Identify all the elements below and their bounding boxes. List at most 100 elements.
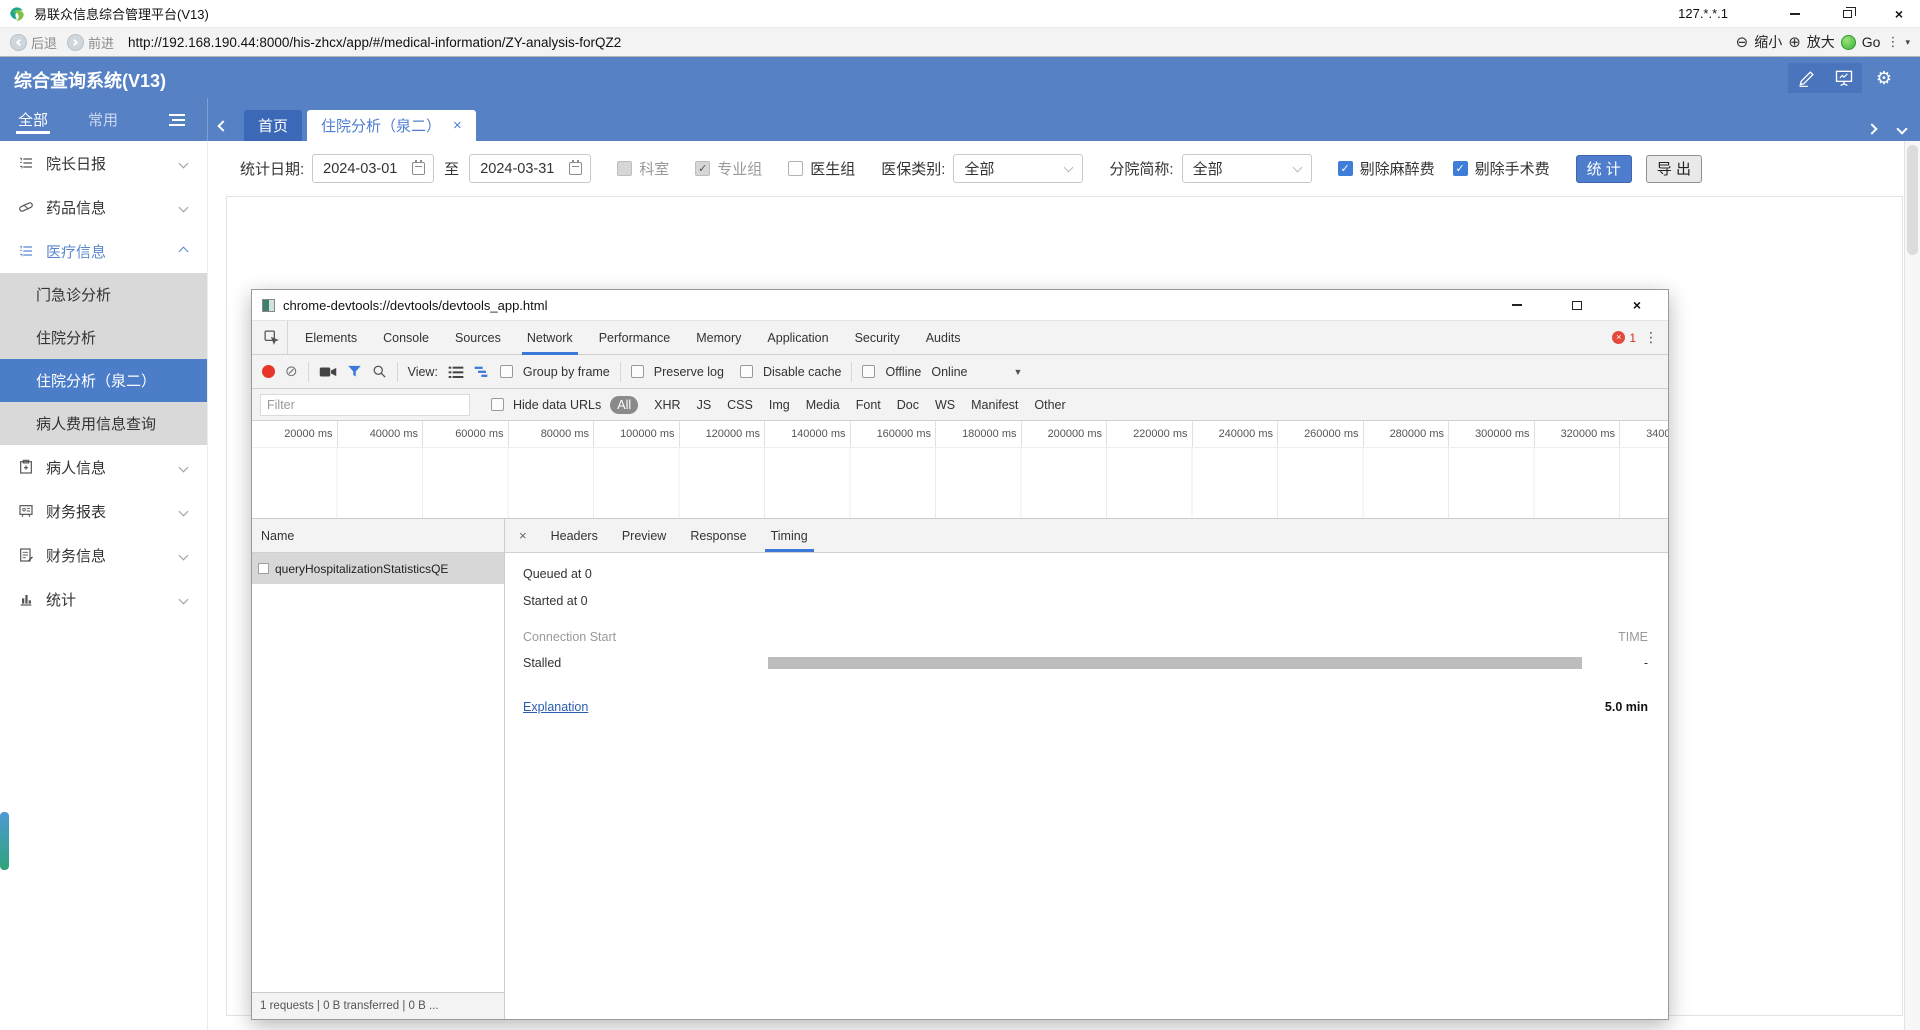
specialty-group-checkbox-group[interactable]: ✓ 专业组 — [695, 158, 762, 179]
signature-icon[interactable] — [1788, 63, 1825, 93]
tab-home[interactable]: 首页 — [244, 110, 303, 141]
dept-checkbox-group[interactable]: 科室 — [617, 158, 669, 179]
name-column-header[interactable]: Name — [252, 519, 504, 553]
zoom-out-icon[interactable]: ⊖ — [1736, 33, 1749, 51]
sidebar-item-finance-report[interactable]: 财务报表 — [0, 489, 207, 533]
sidebar-item-medical-info[interactable]: 医疗信息 — [0, 229, 207, 273]
sidebar-tab-common[interactable]: 常用 — [88, 98, 118, 141]
insurance-select[interactable]: 全部 — [953, 154, 1084, 183]
type-filter[interactable]: Doc — [890, 396, 926, 414]
devtools-tab-network[interactable]: Network — [514, 321, 586, 355]
sidebar-item-finance-info[interactable]: 财务信息 — [0, 533, 207, 577]
devtools-tab-security[interactable]: Security — [842, 321, 913, 354]
filter-funnel-icon[interactable] — [347, 364, 362, 379]
statistics-button[interactable]: 统 计 — [1575, 154, 1632, 183]
tab-list-icon[interactable] — [1896, 123, 1908, 135]
more-menu-icon[interactable]: ⋮ — [1886, 34, 1899, 50]
search-icon[interactable] — [372, 364, 387, 379]
go-button[interactable]: Go — [1862, 34, 1881, 50]
network-filter-input[interactable] — [260, 393, 470, 416]
devtools-tab-performance[interactable]: Performance — [586, 321, 684, 354]
view-list-icon[interactable] — [448, 365, 464, 379]
request-row[interactable]: queryHospitalizationStatisticsQE — [252, 553, 504, 584]
devtools-minimize-icon[interactable] — [1504, 296, 1530, 314]
devtools-maximize-icon[interactable] — [1564, 296, 1590, 314]
sidebar-scrollbar-thumb[interactable] — [0, 812, 9, 870]
specialty-group-checkbox[interactable]: ✓ — [695, 161, 711, 176]
forward-button[interactable]: 前进 — [67, 33, 114, 52]
throttling-select[interactable]: Online — [931, 365, 967, 379]
date-to-input[interactable] — [469, 154, 592, 183]
doctor-group-checkbox-group[interactable]: 医生组 — [788, 158, 855, 179]
zoom-in-label[interactable]: 放大 — [1807, 32, 1835, 52]
export-button[interactable]: 导 出 — [1645, 154, 1702, 183]
devtools-close-icon[interactable]: × — [1624, 296, 1650, 314]
sidebar-item-statistics[interactable]: 统计 — [0, 577, 207, 621]
back-button[interactable]: 后退 — [10, 33, 57, 52]
zoom-out-label[interactable]: 缩小 — [1754, 32, 1782, 52]
page-scrollbar[interactable] — [1904, 141, 1920, 1030]
exclude-anesthesia-checkbox[interactable]: ✓ — [1337, 161, 1353, 176]
detail-tab-response[interactable]: Response — [678, 519, 758, 552]
type-filter[interactable]: Img — [762, 396, 797, 414]
detail-close-icon[interactable]: × — [505, 528, 539, 543]
devtools-tab-audits[interactable]: Audits — [913, 321, 974, 354]
sidebar-item-outpatient-analysis[interactable]: 门急诊分析 — [0, 273, 207, 316]
more-menu-caret-icon[interactable]: ▾ — [1905, 37, 1910, 48]
tab-scroll-left-icon[interactable] — [208, 110, 238, 141]
type-filter[interactable]: JS — [690, 396, 719, 414]
disable-cache-checkbox[interactable] — [739, 365, 753, 378]
close-icon[interactable]: × — [1886, 5, 1912, 23]
url-text[interactable]: http://192.168.190.44:8000/his-zhcx/app/… — [128, 35, 621, 50]
sidebar-item-drug-info[interactable]: 药品信息 — [0, 185, 207, 229]
error-badge[interactable]: × 1 — [1612, 331, 1636, 345]
tab-close-icon[interactable]: × — [453, 117, 462, 134]
exclude-anesthesia-checkbox-group[interactable]: ✓ 剔除麻醉费 — [1337, 158, 1435, 179]
sidebar-item-patient-info[interactable]: 病人信息 — [0, 445, 207, 489]
date-from-value[interactable] — [323, 160, 410, 177]
type-filter[interactable]: Manifest — [964, 396, 1025, 414]
zoom-in-icon[interactable]: ⊕ — [1788, 33, 1801, 51]
sidebar-item-inpatient-analysis-qz2[interactable]: 住院分析（泉二） — [0, 359, 207, 402]
devtools-tab-console[interactable]: Console — [370, 321, 442, 354]
view-waterfall-icon[interactable] — [474, 365, 490, 379]
branch-select[interactable]: 全部 — [1181, 154, 1312, 183]
page-scrollbar-thumb[interactable] — [1907, 145, 1918, 255]
sidebar-item-director-daily[interactable]: 院长日报 — [0, 141, 207, 185]
type-filter[interactable]: Other — [1027, 396, 1072, 414]
explanation-link[interactable]: Explanation — [523, 700, 588, 714]
detail-tab-timing[interactable]: Timing — [759, 519, 820, 552]
exclude-surgery-checkbox-group[interactable]: ✓ 剔除手术费 — [1452, 158, 1550, 179]
exclude-surgery-checkbox[interactable]: ✓ — [1452, 161, 1468, 176]
type-filter[interactable]: Media — [799, 396, 847, 414]
screenshot-camera-icon[interactable] — [319, 365, 337, 379]
tab-scroll-right-icon[interactable] — [1866, 123, 1878, 135]
preserve-log-checkbox[interactable] — [630, 365, 644, 378]
sidebar-collapse-icon[interactable] — [169, 113, 185, 126]
dept-checkbox[interactable] — [617, 161, 633, 176]
clear-icon[interactable]: ⊘ — [285, 364, 298, 379]
devtools-tab-memory[interactable]: Memory — [683, 321, 754, 354]
offline-checkbox[interactable] — [862, 365, 876, 378]
minimize-icon[interactable] — [1782, 5, 1808, 23]
calendar-icon[interactable] — [569, 160, 583, 175]
hide-data-urls-checkbox[interactable] — [491, 398, 504, 411]
tab-current[interactable]: 住院分析（泉二） × — [307, 110, 476, 141]
sidebar-tab-all[interactable]: 全部 — [15, 98, 51, 141]
throttling-caret-icon[interactable]: ▼ — [1014, 367, 1023, 377]
group-by-frame-checkbox[interactable] — [499, 365, 513, 378]
doctor-group-checkbox[interactable] — [788, 161, 804, 176]
type-filter[interactable]: WS — [928, 396, 962, 414]
type-filter-all[interactable]: All — [610, 395, 639, 414]
devtools-tab-elements[interactable]: Elements — [292, 321, 370, 354]
settings-gear-icon[interactable]: ⚙ — [1862, 63, 1906, 93]
restore-icon[interactable] — [1834, 5, 1860, 23]
type-filter[interactable]: XHR — [647, 396, 687, 414]
devtools-menu-icon[interactable]: ⋮ — [1644, 329, 1658, 346]
detail-tab-headers[interactable]: Headers — [539, 519, 610, 552]
type-filter[interactable]: Font — [849, 396, 888, 414]
devtools-tab-sources[interactable]: Sources — [442, 321, 514, 354]
inspect-element-icon[interactable] — [256, 321, 288, 354]
dashboard-icon[interactable] — [1825, 63, 1862, 93]
sidebar-item-inpatient-analysis[interactable]: 住院分析 — [0, 316, 207, 359]
